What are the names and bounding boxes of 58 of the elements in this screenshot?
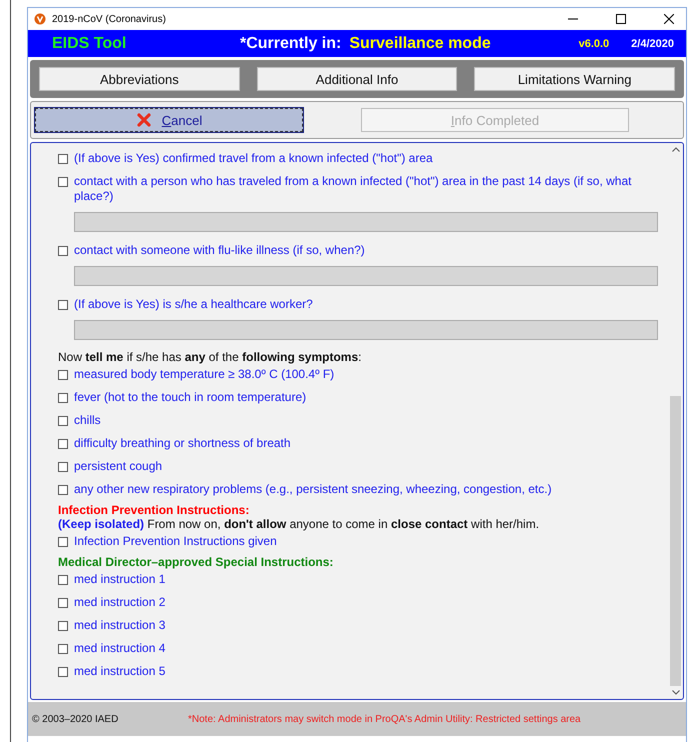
checkbox-label[interactable]: chills xyxy=(74,413,101,428)
checkbox-label[interactable]: med instruction 1 xyxy=(74,572,166,587)
checkbox-label[interactable]: persistent cough xyxy=(74,459,162,474)
cancel-button[interactable]: Cancel xyxy=(35,108,303,132)
checkbox[interactable] xyxy=(58,462,68,472)
checkbox-label[interactable]: contact with a person who has traveled from a known infected ("hot") area in the past 14 days (if so, what place?) xyxy=(74,174,658,204)
checkbox[interactable] xyxy=(58,246,68,256)
toolbar-button[interactable]: Abbreviations xyxy=(39,67,240,91)
checkbox[interactable] xyxy=(58,300,68,310)
app-name: EIDS Tool xyxy=(52,34,128,52)
checkbox[interactable] xyxy=(58,393,68,403)
maximize-icon[interactable] xyxy=(616,14,626,24)
mode-label: *Currently in: xyxy=(240,34,342,52)
checkbox-label[interactable]: fever (hot to the touch in room temperature) xyxy=(74,390,306,405)
section-heading: Medical Director–approved Special Instructions: xyxy=(58,555,334,569)
checkbox-label[interactable]: contact with someone with flu-like illness (if so, when?) xyxy=(74,243,365,258)
checkbox-label[interactable]: any other new respiratory problems (e.g., persistent sneezing, wheezing, congestion, etc.) xyxy=(74,482,552,497)
checkbox-label[interactable]: (If above is Yes) confirmed travel from a known infected ("hot") area xyxy=(74,151,433,166)
checkbox[interactable] xyxy=(58,154,68,164)
checkbox[interactable] xyxy=(58,416,68,426)
checkbox-label[interactable]: med instruction 2 xyxy=(74,595,166,610)
checkbox-label[interactable]: Infection Prevention Instructions given xyxy=(74,534,277,549)
mode-name: Surveillance mode xyxy=(349,34,491,52)
checkbox-label[interactable]: difficulty breathing or shortness of breath xyxy=(74,436,291,451)
checkbox-label[interactable]: med instruction 3 xyxy=(74,618,166,633)
note-lead: (Keep isolated) xyxy=(58,517,144,531)
checkbox[interactable] xyxy=(58,370,68,380)
checkbox[interactable] xyxy=(58,575,68,585)
input-field[interactable] xyxy=(74,320,658,340)
close-icon[interactable] xyxy=(664,14,674,24)
checkbox[interactable] xyxy=(58,439,68,449)
input-field[interactable] xyxy=(74,212,658,232)
scroll-up-icon[interactable] xyxy=(672,147,680,152)
checkbox-label[interactable]: med instruction 4 xyxy=(74,641,166,656)
checkbox[interactable] xyxy=(58,598,68,608)
section-heading: Infection Prevention Instructions: xyxy=(58,503,250,517)
checkbox[interactable] xyxy=(58,621,68,631)
window-title: 2019-nCoV (Coronavirus) xyxy=(52,14,166,24)
copyright-text: © 2003–2020 IAED xyxy=(32,714,120,724)
checkbox-label[interactable]: med instruction 5 xyxy=(74,664,166,679)
scroll-down-icon[interactable] xyxy=(672,690,680,695)
checkbox-label[interactable]: measured body temperature ≥ 38.0º C (100.4º F) xyxy=(74,367,334,382)
date-label: 2/4/2020 xyxy=(631,38,674,50)
instruction-text: From now on, don't allow anyone to come in close contact with her/him. xyxy=(147,517,540,531)
instruction-text: Now tell me if s/he has any of the following symptoms: xyxy=(58,350,362,364)
checkbox[interactable] xyxy=(58,177,68,187)
toolbar-button[interactable]: Additional Info xyxy=(256,67,458,91)
version-label: v6.0.0 xyxy=(578,38,610,50)
checkbox[interactable] xyxy=(58,644,68,654)
checkbox[interactable] xyxy=(58,667,68,677)
status-note: *Note: Administrators may switch mode in ProQA's Admin Utility: Restricted settings area xyxy=(188,714,581,724)
app-logo-icon xyxy=(34,13,46,25)
cross-icon xyxy=(136,112,152,128)
input-field[interactable] xyxy=(74,266,658,286)
checkbox[interactable] xyxy=(58,485,68,495)
checkbox-label[interactable]: (If above is Yes) is s/he a healthcare worker? xyxy=(74,297,313,312)
toolbar-button[interactable]: Limitations Warning xyxy=(474,67,676,91)
checkbox[interactable] xyxy=(58,537,68,547)
